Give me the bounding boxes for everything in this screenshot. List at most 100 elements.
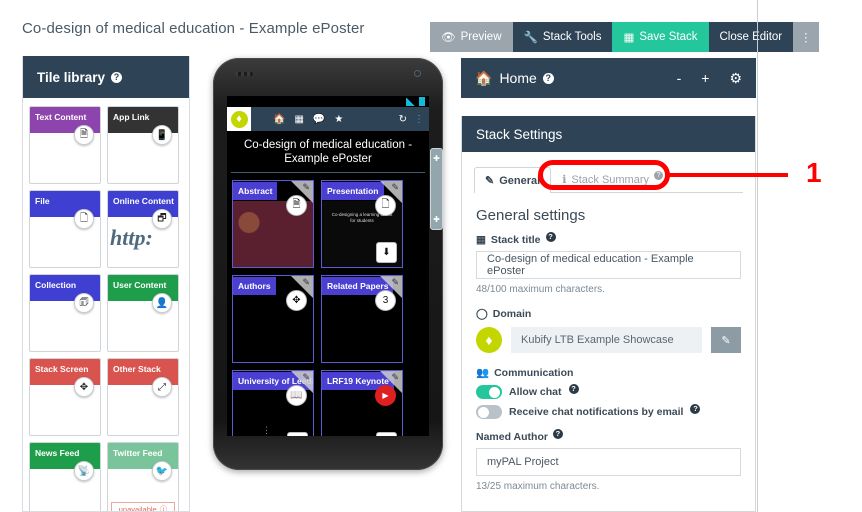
named-author-label-row: Named Author ? <box>476 429 741 443</box>
tile-library-item[interactable]: Twitter Feed 🐦 unavailable ⓘ <box>107 442 179 512</box>
save-stack-button[interactable]: ▦ Save Stack <box>612 22 709 52</box>
help-icon[interactable]: ? <box>111 71 123 83</box>
tile-library-title: Tile library <box>37 69 106 85</box>
home-icon[interactable]: 🏠 <box>273 114 285 125</box>
grid-icon: ▦ <box>476 234 486 246</box>
phone-stack-title: Co-design of medical education - Example… <box>231 131 425 173</box>
tile-library-item[interactable]: News Feed 📡 <box>29 442 101 511</box>
tile-library-item[interactable]: Collection 🗊 <box>29 274 101 352</box>
toolbar-kebab-menu-icon[interactable]: ⋮ <box>793 22 819 52</box>
count-badge[interactable]: 3 <box>375 290 396 311</box>
mobile-icon[interactable]: 📱 <box>152 125 172 145</box>
gear-icon[interactable]: ⚙ <box>729 70 742 87</box>
tile-library-item[interactable]: Text Content 🗎 <box>29 106 101 184</box>
tile-unavailable-text: unavailable <box>118 504 157 512</box>
user-icon[interactable]: 👤 <box>152 293 172 313</box>
add-screen-button[interactable]: + <box>701 70 709 86</box>
phone-tile[interactable]: LRF19 Keynote✎▶🗗 <box>321 370 403 436</box>
rss-icon[interactable]: 📡 <box>74 461 94 481</box>
domain-edit-button[interactable]: ✎ <box>711 327 741 353</box>
book-icon[interactable]: 📖 <box>286 385 307 406</box>
document-icon[interactable]: 🗋 <box>375 195 396 216</box>
help-icon[interactable]: ? <box>545 232 556 242</box>
scroll-down-icon[interactable]: ✚ <box>433 215 440 224</box>
preview-button[interactable]: 👁 Preview <box>430 22 513 52</box>
file-text-icon[interactable]: 🗎 <box>286 195 307 216</box>
edit-icon[interactable]: ✎ <box>391 182 399 193</box>
tile-library-item[interactable]: File 🗋 <box>29 190 101 268</box>
tab-stack-summary[interactable]: ℹ Stack Summary ? <box>551 166 674 192</box>
tile-library-item[interactable]: Online Content 🗗 <box>107 190 179 268</box>
move-icon[interactable]: ✥ <box>74 377 94 397</box>
page-divider <box>757 0 758 512</box>
camera-icon <box>414 70 421 77</box>
phone-tile[interactable]: University of Leeds✎📖🗗 <box>232 370 314 436</box>
phone-tile[interactable]: Abstract ✎ 🗎 <box>232 180 314 268</box>
twitter-icon[interactable]: 🐦 <box>152 461 172 481</box>
document-icon[interactable]: 🗋 <box>74 209 94 229</box>
help-icon[interactable]: ? <box>690 404 701 414</box>
close-editor-button[interactable]: Close Editor <box>708 22 794 52</box>
external-link-icon[interactable]: 🗗 <box>376 432 397 436</box>
tab-general[interactable]: ✎ General <box>474 167 552 193</box>
help-icon[interactable]: ? <box>552 429 563 439</box>
phone-tile[interactable]: Presentation Co-designing a learning tool… <box>321 180 403 268</box>
domain-value[interactable]: Kubify LTB Example Showcase <box>511 327 702 353</box>
chat-icon[interactable]: 💬 <box>313 114 325 125</box>
move-icon[interactable]: ✥ <box>286 290 307 311</box>
help-icon: ⓘ <box>159 504 168 512</box>
youtube-icon[interactable]: ▶ <box>375 385 396 406</box>
tab-general-label: General <box>499 174 541 187</box>
email-notifications-row: Receive chat notifications by email ? <box>476 404 741 419</box>
allow-chat-toggle[interactable] <box>476 385 502 399</box>
external-link-icon[interactable]: 🗗 <box>152 209 172 229</box>
stack-title-counter: 48/100 maximum characters. <box>476 284 605 295</box>
phone-screen: ♦ 🏠 ▦ 💬 ★ ↻ ⋮ Co-design of medical educa… <box>227 96 429 436</box>
communication-label-row: 👥 Communication <box>476 366 741 380</box>
stack-title-input[interactable]: Co-design of medical education - Example… <box>476 251 741 279</box>
tile-drag-handle[interactable]: ⋮ <box>262 425 271 436</box>
phone-tile[interactable]: Authors ✎ ✥ <box>232 275 314 363</box>
annotation-number: 1 <box>806 157 822 188</box>
settings-tabs: ✎ General ℹ Stack Summary ? <box>474 161 743 193</box>
tile-library-item[interactable]: Stack Screen ✥ <box>29 358 101 436</box>
file-text-icon[interactable]: 🗎 <box>74 125 94 145</box>
download-icon[interactable]: ⬇ <box>376 242 397 263</box>
scroll-up-icon[interactable]: ✚ <box>433 154 440 163</box>
kebab-menu-icon[interactable]: ⋮ <box>414 114 424 125</box>
home-bar-actions: - + ⚙ <box>677 70 742 87</box>
expand-icon[interactable]: ⤢ <box>152 377 172 397</box>
editor-toolbar: 👁 Preview 🔧 Stack Tools ▦ Save Stack Clo… <box>430 22 819 52</box>
edit-icon[interactable]: ✎ <box>302 372 310 383</box>
external-link-icon[interactable]: 🗗 <box>287 432 308 436</box>
grid-icon[interactable]: ▦ <box>294 114 303 125</box>
edit-icon[interactable]: ✎ <box>391 372 399 383</box>
edit-icon[interactable]: ✎ <box>391 277 399 288</box>
save-stack-label: Save Stack <box>639 31 698 43</box>
preview-label: Preview <box>460 31 502 43</box>
star-icon[interactable]: ★ <box>334 114 343 125</box>
stack-tools-button[interactable]: 🔧 Stack Tools <box>512 22 613 52</box>
edit-icon[interactable]: ✎ <box>302 182 310 193</box>
named-author-value: myPAL Project <box>487 456 559 468</box>
page-title: Co-design of medical education - Example… <box>22 20 365 37</box>
help-icon[interactable]: ? <box>568 384 579 394</box>
help-icon[interactable]: ? <box>542 72 554 84</box>
phone-preview-mock: ♦ 🏠 ▦ 💬 ★ ↻ ⋮ Co-design of medical educa… <box>213 58 443 470</box>
tile-library-item[interactable]: User Content 👤 <box>107 274 179 352</box>
refresh-icon[interactable]: ↻ <box>399 114 407 125</box>
help-icon[interactable]: ? <box>654 171 664 180</box>
email-notifications-toggle[interactable] <box>476 405 502 419</box>
list-icon[interactable]: 🗊 <box>74 293 94 313</box>
named-author-input[interactable]: myPAL Project <box>476 448 741 476</box>
phone-tile[interactable]: Related Papers ✎ 3 <box>321 275 403 363</box>
allow-chat-row: Allow chat ? <box>476 384 741 399</box>
edit-icon[interactable]: ✎ <box>302 277 310 288</box>
collapse-button[interactable]: - <box>677 70 682 86</box>
phone-scroll-control[interactable]: ✚ ✚ <box>430 148 443 230</box>
tile-library-item[interactable]: App Link 📱 <box>107 106 179 184</box>
edit-icon: ✎ <box>485 175 495 187</box>
tile-library-item[interactable]: Other Stack ⤢ <box>107 358 179 436</box>
named-author-counter: 13/25 maximum characters. <box>476 481 600 492</box>
stack-title-label-row: ▦ Stack title ? <box>476 232 741 246</box>
